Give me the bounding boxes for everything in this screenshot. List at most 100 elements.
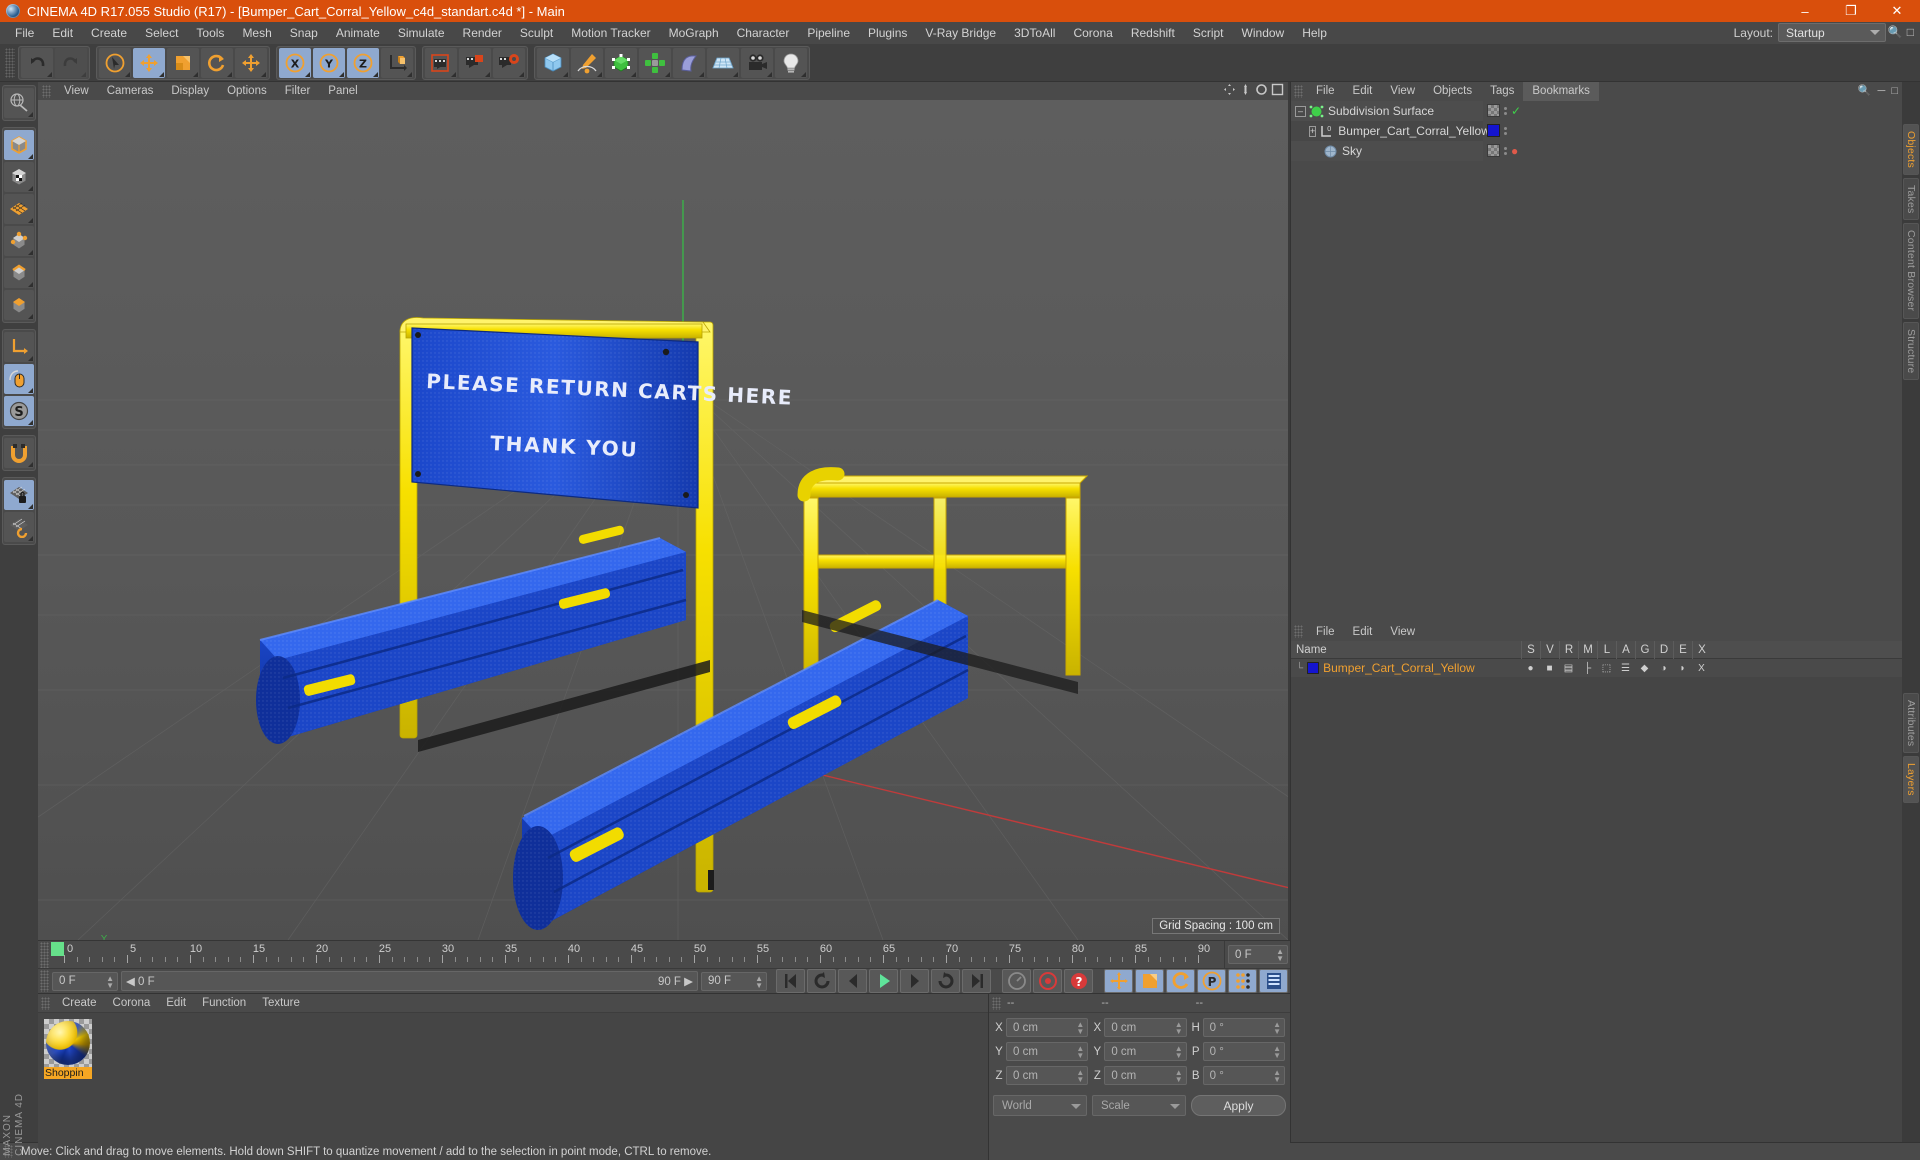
coord-field-position-x[interactable]: 0 cm ▲ ▼	[1006, 1018, 1089, 1037]
layer-dot-icon[interactable]: ●	[1521, 663, 1540, 674]
redo-button[interactable]	[55, 47, 87, 78]
drag-grip-icon[interactable]	[992, 996, 1001, 1010]
tool-expand-corner-icon[interactable]	[519, 71, 524, 77]
tool-expand-corner-icon[interactable]	[699, 71, 704, 77]
apply-button[interactable]: Apply	[1191, 1095, 1286, 1116]
layer-column-v[interactable]: V	[1540, 640, 1559, 659]
material-manager[interactable]: Create Corona Edit Function Texture Shop…	[38, 994, 988, 1160]
scale-tool-button[interactable]	[167, 47, 199, 78]
object-manager-tools[interactable]: 🔍 ─ □	[1858, 84, 1898, 98]
tool-expand-corner-icon[interactable]	[28, 314, 33, 319]
material-menu-create[interactable]: Create	[54, 997, 105, 1009]
tool-expand-corner-icon[interactable]	[665, 71, 670, 77]
coord-field-position-y[interactable]: 0 cm ▲ ▼	[1006, 1042, 1089, 1061]
render-to-picture-viewer-button[interactable]	[459, 47, 491, 78]
object-tag-group[interactable]	[1487, 124, 1507, 137]
spinner-icon[interactable]: ▲ ▼	[1273, 1069, 1281, 1084]
layer-layer-icon[interactable]: ☰	[1616, 663, 1635, 674]
layer-manager[interactable]: File Edit View Name SVRMLAGDEX └ Bumper_…	[1291, 622, 1902, 1142]
drag-grip-icon[interactable]	[1294, 85, 1303, 98]
undo-button[interactable]	[21, 47, 53, 78]
coord-field-size-y[interactable]: 0 cm ▲ ▼	[1104, 1042, 1187, 1061]
coord-field-size-z[interactable]: 0 cm ▲ ▼	[1104, 1066, 1187, 1085]
parameter-key-button[interactable]: P	[1197, 969, 1226, 993]
viewport-menu-bar[interactable]: View Cameras Display Options Filter Pane…	[38, 82, 1288, 100]
lock-x-axis-button[interactable]: X	[279, 47, 311, 78]
object-menu-edit[interactable]: Edit	[1344, 82, 1382, 101]
timeline-scrub-bar[interactable]: ◀ 0 F 90 F ▶	[121, 971, 698, 991]
play-backwards-keyframe-button[interactable]	[807, 969, 836, 993]
spinner-icon[interactable]: ▲ ▼	[755, 974, 763, 989]
point-level-animation-button[interactable]	[1228, 969, 1257, 993]
layer-xref-icon[interactable]: Х	[1692, 663, 1711, 674]
menu-script[interactable]: Script	[1184, 22, 1233, 44]
menu-motion-tracker[interactable]: Motion Tracker	[562, 22, 659, 44]
keyframe-selection-button[interactable]: ?	[1064, 969, 1093, 993]
menu-help[interactable]: Help	[1293, 22, 1336, 44]
go-to-start-button[interactable]	[776, 969, 805, 993]
drag-grip-icon[interactable]	[41, 996, 50, 1010]
expander-toggle-icon[interactable]: –	[1295, 105, 1306, 117]
layer-manager-icon[interactable]: ├	[1578, 663, 1597, 674]
menu-redshift[interactable]: Redshift	[1122, 22, 1184, 44]
window-controls[interactable]: – ❐ ✕	[1782, 0, 1920, 22]
tool-expand-corner-icon[interactable]	[373, 71, 378, 77]
edge-mode-button[interactable]	[4, 258, 34, 288]
timeline-frame-field-wrap[interactable]: 0 F ▲ ▼	[1224, 941, 1290, 968]
object-tag-group[interactable]: ●	[1487, 144, 1518, 157]
expand-panel-icon[interactable]: □	[1891, 85, 1898, 97]
spinner-icon[interactable]: ▲ ▼	[106, 974, 114, 989]
transport-buttons[interactable]	[776, 969, 991, 993]
layer-expression-icon[interactable]: ◗	[1673, 663, 1692, 674]
search-icon[interactable]: 🔍	[1888, 25, 1903, 39]
tool-expand-corner-icon[interactable]	[47, 71, 52, 77]
lock-z-axis-button[interactable]: Z	[347, 47, 379, 78]
step-back-button[interactable]	[838, 969, 867, 993]
main-menu-bar[interactable]: File Edit Create Select Tools Mesh Snap Animate…	[0, 22, 1920, 44]
object-material-swatch[interactable]	[1487, 124, 1500, 137]
tool-expand-corner-icon[interactable]	[28, 282, 33, 287]
menubar-icons[interactable]: 🔍 □	[1888, 25, 1914, 39]
menu-mesh[interactable]: Mesh	[233, 22, 280, 44]
tool-expand-corner-icon[interactable]	[767, 71, 772, 77]
viewport-menu-filter[interactable]: Filter	[276, 85, 320, 97]
object-row[interactable]: Sky	[1291, 141, 1483, 161]
viewport-3d[interactable]: Perspective	[38, 100, 1288, 940]
workplane-button[interactable]	[4, 512, 34, 542]
spinner-icon[interactable]: ▲ ▼	[1076, 1021, 1084, 1036]
spinner-icon[interactable]: ▲ ▼	[1273, 1021, 1281, 1036]
layer-row[interactable]: └ Bumper_Cart_Corral_Yellow ● ■ ▤ ├ ⬚ ☰ ◆ ◑ ◗ Х	[1291, 659, 1902, 677]
go-to-end-button[interactable]	[962, 969, 991, 993]
spinner-icon[interactable]: ▲ ▼	[1276, 948, 1284, 963]
edge-tab-objects[interactable]: Objects	[1903, 124, 1919, 175]
tool-expand-corner-icon[interactable]	[451, 71, 456, 77]
layout-selector-group[interactable]: Layout: Startup	[1734, 23, 1886, 42]
add-deformer-button[interactable]	[673, 47, 705, 78]
tool-expand-corner-icon[interactable]	[261, 71, 266, 77]
tool-expand-corner-icon[interactable]	[485, 71, 490, 77]
edge-tab-content-browser[interactable]: Content Browser	[1903, 223, 1919, 319]
autokeying-button[interactable]	[1002, 969, 1031, 993]
minimize-button[interactable]: –	[1782, 0, 1828, 22]
polygon-mode-button[interactable]	[4, 290, 34, 320]
object-manager[interactable]: File Edit View Objects Tags Bookmarks 🔍 …	[1291, 82, 1902, 622]
world-object-coordinate-button[interactable]	[381, 47, 413, 78]
tool-expand-corner-icon[interactable]	[81, 71, 86, 77]
spinner-icon[interactable]: ▲ ▼	[1273, 1045, 1281, 1060]
tool-expand-corner-icon[interactable]	[227, 71, 232, 77]
layer-deformer-icon[interactable]: ◑	[1654, 663, 1673, 674]
add-nurbs-button[interactable]	[605, 47, 637, 78]
object-visibility-dots[interactable]	[1504, 106, 1507, 115]
menu-plugins[interactable]: Plugins	[859, 22, 916, 44]
drag-grip-icon[interactable]	[42, 84, 51, 98]
expander-toggle-icon[interactable]: +	[1309, 125, 1317, 137]
object-menu-view[interactable]: View	[1381, 82, 1424, 101]
tool-expand-corner-icon[interactable]	[339, 71, 344, 77]
timeline-current-frame-field[interactable]: 0 F ▲ ▼	[1228, 945, 1288, 964]
timeline-button[interactable]	[1259, 969, 1288, 993]
timeline-ruler[interactable]: 0 5 10 15 20 25 30 35 40 45 50 55 60 65 70 75 80 85 90 0 F…	[38, 940, 1290, 968]
maximize-button[interactable]: ❐	[1828, 0, 1874, 22]
tool-expand-corner-icon[interactable]	[597, 71, 602, 77]
tool-expand-corner-icon[interactable]	[733, 71, 738, 77]
material-preview-sphere[interactable]	[44, 1019, 92, 1067]
